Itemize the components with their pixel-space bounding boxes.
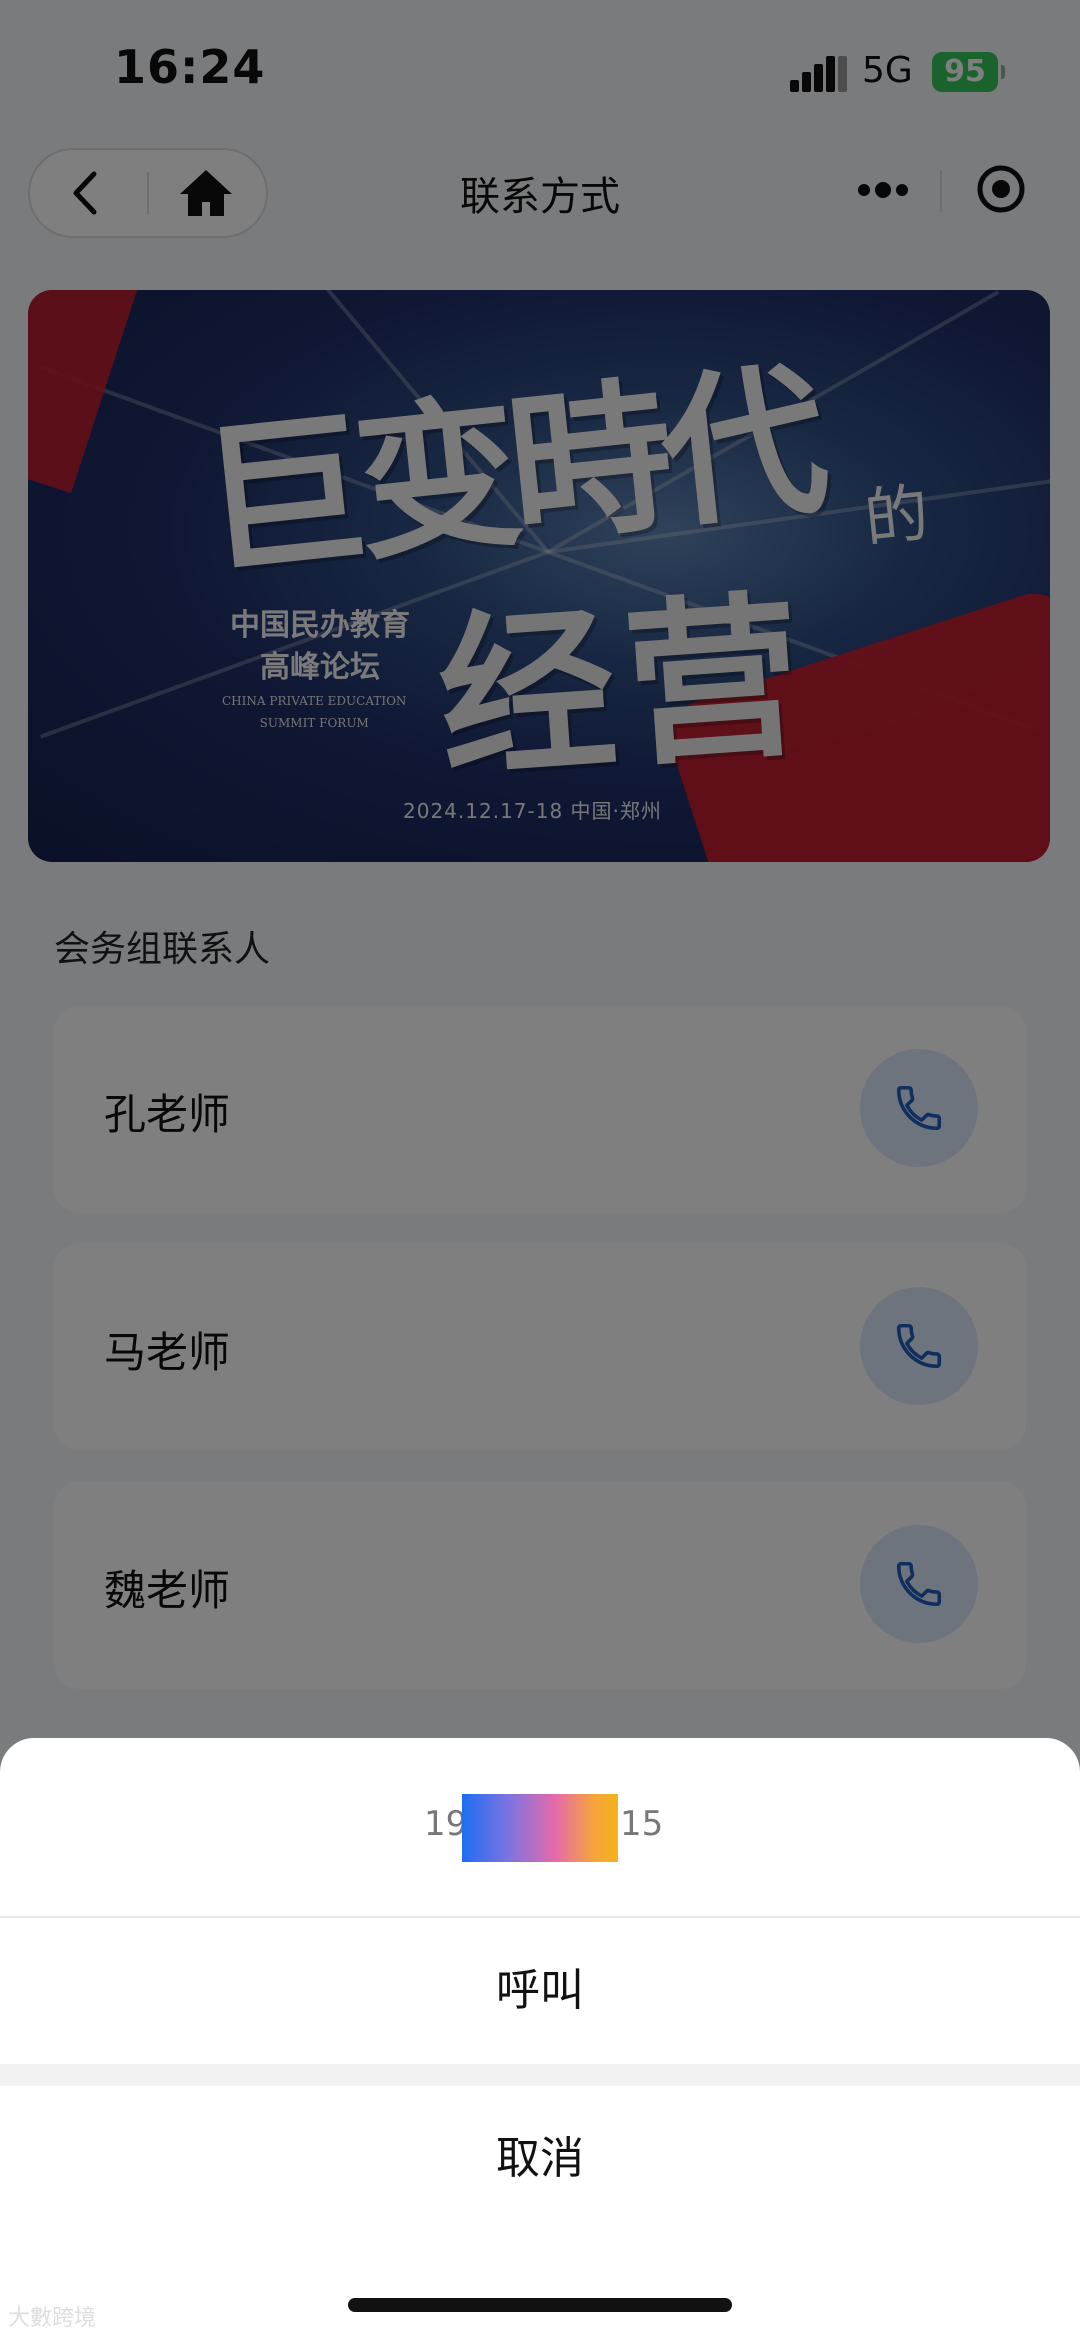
phone-suffix: 15 [620, 1804, 664, 1844]
sheet-gap [0, 2064, 1080, 2086]
phone-number-display: 19 15 [0, 1738, 1080, 1916]
phone-redaction-mask [462, 1794, 618, 1862]
phone-prefix: 19 [424, 1804, 468, 1844]
call-action-button[interactable]: 呼叫 [0, 1918, 1080, 2064]
watermark: 大數跨境 [8, 2306, 97, 2331]
call-action-sheet: 19 15 呼叫 取消 [0, 1738, 1080, 2337]
cancel-button[interactable]: 取消 [0, 2086, 1080, 2232]
home-indicator [348, 2298, 732, 2312]
